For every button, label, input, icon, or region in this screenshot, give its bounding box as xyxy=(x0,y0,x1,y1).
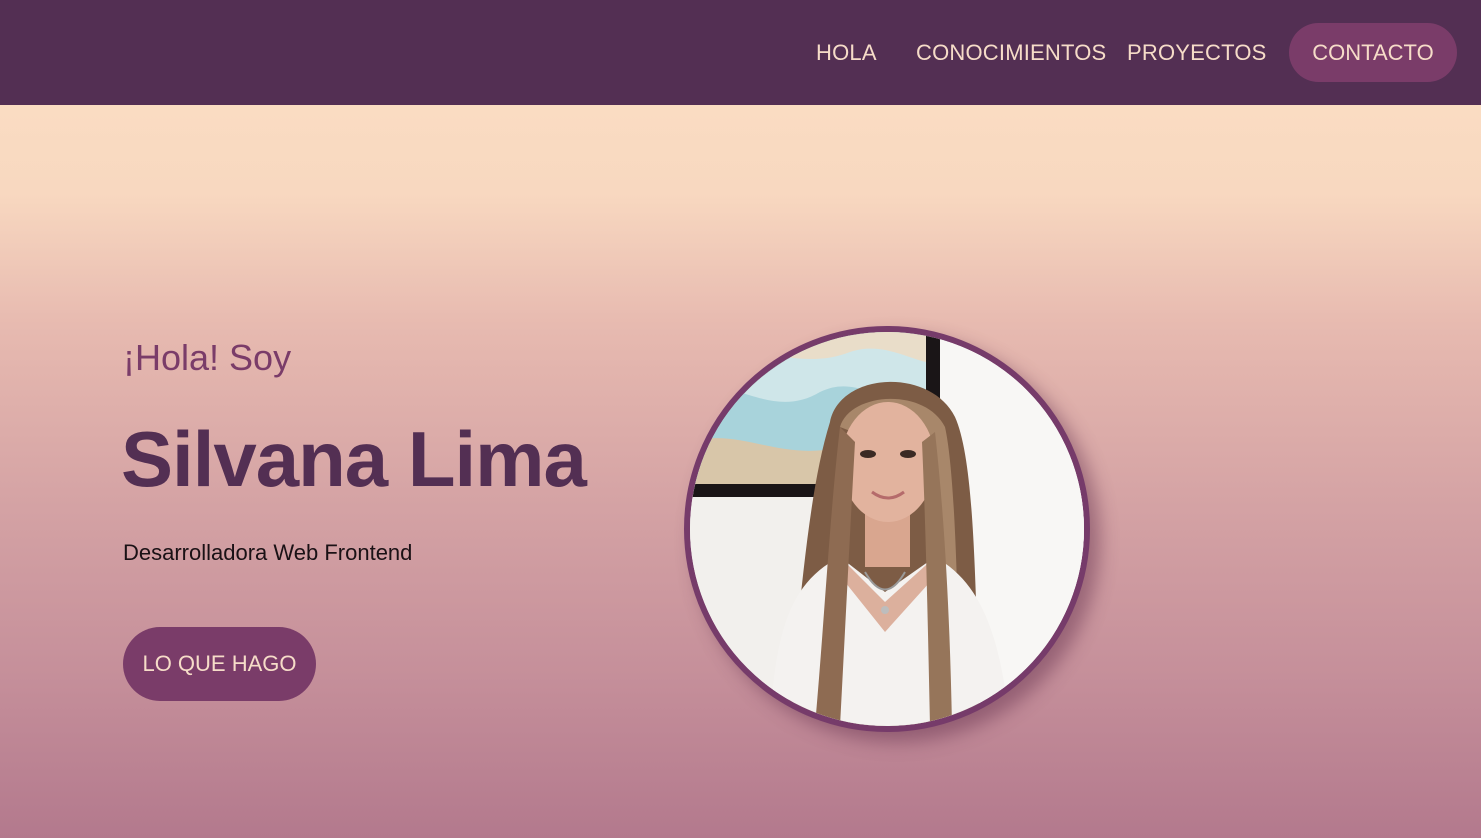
hero-role: Desarrolladora Web Frontend xyxy=(123,540,413,565)
nav-link-conocimientos[interactable]: CONOCIMIENTOS xyxy=(916,38,1106,68)
contact-button[interactable]: CONTACTO xyxy=(1289,23,1457,82)
top-navbar: HOLA CONOCIMIENTOS PROYECTOS CONTACTO xyxy=(0,0,1481,105)
hero-greeting: ¡Hola! Soy xyxy=(123,337,292,378)
what-i-do-button[interactable]: LO QUE HAGO xyxy=(123,627,316,701)
nav-link-proyectos[interactable]: PROYECTOS xyxy=(1127,38,1267,68)
nav-link-hola[interactable]: HOLA xyxy=(816,38,877,68)
hero-name: Silvana Lima xyxy=(121,415,587,503)
profile-photo xyxy=(684,326,1090,732)
profile-photo-illustration xyxy=(690,332,1084,726)
